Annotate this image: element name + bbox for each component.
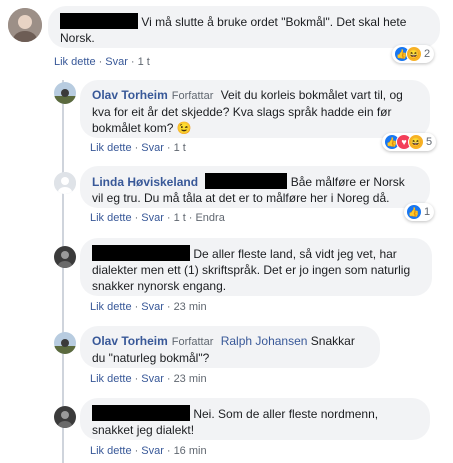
reaction-count: 5 <box>426 136 433 148</box>
haha-icon: 😆 <box>406 46 422 62</box>
reply-button[interactable]: Svar <box>141 301 164 313</box>
user-photo-icon <box>54 246 76 268</box>
timestamp[interactable]: 23 min <box>174 301 207 313</box>
timestamp[interactable]: 1 t <box>174 142 186 154</box>
avatar[interactable] <box>54 172 76 194</box>
author-badge: Forfattar <box>171 90 214 102</box>
author-badge: Forfattar <box>171 336 214 348</box>
author-name[interactable]: Olav Torheim <box>92 334 168 348</box>
redacted-name <box>60 13 138 29</box>
user-photo-icon <box>8 8 42 42</box>
haha-icon: 😆 <box>408 134 424 150</box>
reaction-count: 1 <box>424 206 431 218</box>
reaction-summary[interactable]: 👍 ♥ 😆 5 <box>382 133 437 151</box>
comment-actions: Lik dette · Svar · 1 t · Endra <box>90 212 225 224</box>
reply-button[interactable]: Svar <box>141 373 164 385</box>
comment-bubble: De aller fleste land, så vidt jeg vet, h… <box>80 238 432 296</box>
avatar[interactable] <box>54 246 76 268</box>
like-button[interactable]: Lik dette <box>90 445 132 457</box>
redacted-name <box>92 245 190 261</box>
timestamp[interactable]: 1 t <box>174 212 186 224</box>
like-button[interactable]: Lik dette <box>54 56 96 68</box>
avatar[interactable] <box>54 82 76 104</box>
comment-bubble: Vi må slutte å bruke ordet "Bokmål". Det… <box>48 6 440 48</box>
comment-bubble: Olav Torheim Forfattar Veit du korleis bo… <box>80 80 430 138</box>
redacted-name <box>205 173 288 189</box>
comment-actions: Lik dette · Svar · 23 min <box>90 373 207 385</box>
author-name[interactable]: Linda Høviskeland <box>92 175 198 189</box>
comment-bubble: Olav Torheim Forfattar Ralph Johansen Sna… <box>80 326 380 368</box>
timestamp[interactable]: 16 min <box>174 445 207 457</box>
mention-link[interactable]: Ralph Johansen <box>221 334 308 348</box>
user-photo-icon <box>54 82 76 104</box>
author-name[interactable]: Olav Torheim <box>92 88 168 102</box>
reply-button[interactable]: Svar <box>141 142 164 154</box>
comment-actions: Lik dette · Svar · 1 t <box>54 56 150 68</box>
comment-bubble: Nei. Som de aller fleste nordmenn, snakk… <box>80 398 430 440</box>
user-photo-icon <box>54 332 76 354</box>
like-button[interactable]: Lik dette <box>90 142 132 154</box>
reply-button[interactable]: Svar <box>141 212 164 224</box>
like-icon: 👍 <box>406 204 422 220</box>
avatar[interactable] <box>54 332 76 354</box>
reaction-count: 2 <box>424 48 431 60</box>
like-button[interactable]: Lik dette <box>90 373 132 385</box>
like-button[interactable]: Lik dette <box>90 301 132 313</box>
reply-button[interactable]: Svar <box>105 56 128 68</box>
user-photo-icon <box>54 406 76 428</box>
avatar[interactable] <box>54 406 76 428</box>
comment-actions: Lik dette · Svar · 23 min <box>90 301 207 313</box>
redacted-name <box>92 405 190 421</box>
timestamp[interactable]: 23 min <box>174 373 207 385</box>
like-button[interactable]: Lik dette <box>90 212 132 224</box>
reaction-summary[interactable]: 👍 😆 2 <box>392 45 435 63</box>
edited-label[interactable]: Endra <box>195 212 224 224</box>
comment-bubble: Linda Høviskeland Båe målføre er Norsk v… <box>80 166 430 208</box>
comment-actions: Lik dette · Svar · 16 min <box>90 445 207 457</box>
reply-button[interactable]: Svar <box>141 445 164 457</box>
avatar[interactable] <box>8 8 42 42</box>
comment-actions: Lik dette · Svar · 1 t <box>90 142 186 154</box>
timestamp[interactable]: 1 t <box>138 56 150 68</box>
reaction-summary[interactable]: 👍 1 <box>404 203 435 221</box>
default-avatar-icon <box>54 172 76 194</box>
